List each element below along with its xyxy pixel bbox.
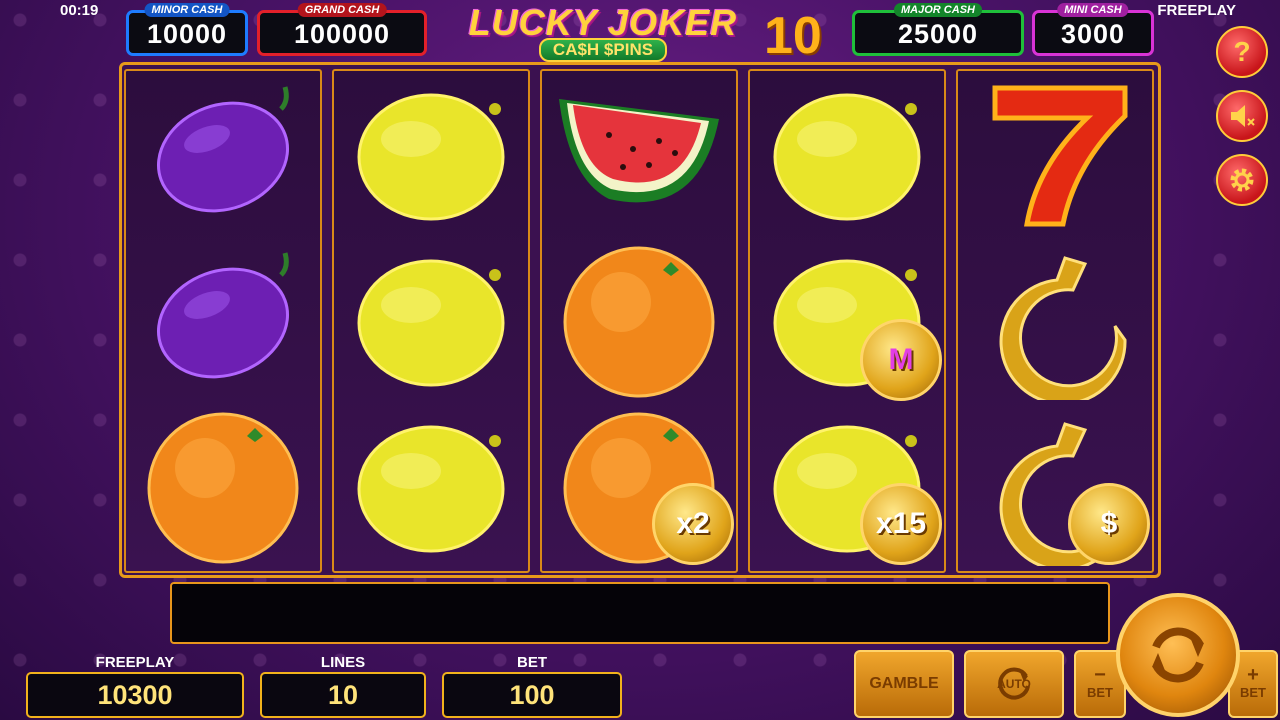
orange-symbol <box>126 403 320 569</box>
reel-5: $ <box>956 69 1154 573</box>
jackpot-minor-amount: 10000 <box>146 19 228 49</box>
freeplay-balance: 10300 <box>26 672 244 718</box>
spin-button[interactable] <box>1116 593 1240 717</box>
settings-button[interactable] <box>1216 154 1268 206</box>
logo-title: LUCKY JOKER <box>468 2 738 43</box>
orange-icon <box>147 412 299 564</box>
jackpot-mini-amount: 3000 <box>1060 19 1126 49</box>
reel-2 <box>332 69 530 573</box>
lemon-symbol <box>334 403 528 569</box>
jackpot-minor-label: MINOR CASH <box>144 3 230 17</box>
dollar-coin: $ <box>1068 483 1150 565</box>
jackpot-grand-label: GRAND CASH <box>297 3 387 17</box>
watermelon-icon <box>559 99 719 203</box>
spin-icon <box>1152 627 1204 683</box>
auto-button[interactable]: AUTO <box>964 650 1064 718</box>
gamble-button[interactable]: GAMBLE <box>854 650 954 718</box>
jackpot-mini-label: MINI CASH <box>1057 3 1129 17</box>
auto-label: AUTO <box>997 677 1031 691</box>
jackpot-grand-amount: 100000 <box>293 19 391 49</box>
plus-icon: + <box>1247 664 1259 686</box>
gear-icon <box>1230 168 1254 192</box>
plum-symbol <box>126 237 320 403</box>
play-mode-label: FREEPLAY <box>1157 2 1236 19</box>
jackpot-minor: MINOR CASH 10000 <box>126 3 248 56</box>
jackpot-major-amount: 25000 <box>897 19 979 49</box>
bet-label: BET <box>517 654 547 671</box>
clock: 00:19 <box>60 2 99 19</box>
freeplay-label: FREEPLAY <box>95 654 175 671</box>
seven-symbol <box>958 71 1152 237</box>
jackpot-major-label: MAJOR CASH <box>894 3 982 17</box>
plum-symbol <box>126 71 320 237</box>
lemon-symbol <box>334 71 528 237</box>
major-coin: M <box>860 319 942 401</box>
orange-symbol <box>542 237 736 403</box>
lemon-icon <box>357 259 505 387</box>
bet-value: 100 <box>442 672 622 718</box>
reel-1 <box>124 69 322 573</box>
jackpot-major: MAJOR CASH 25000 <box>852 3 1024 56</box>
lines-value[interactable]: 10 <box>260 672 426 718</box>
logo-number: 10 <box>764 7 822 65</box>
horseshoe-icon <box>999 256 1127 400</box>
horseshoe-symbol <box>958 237 1152 403</box>
help-button[interactable]: ? <box>1216 26 1268 78</box>
multiplier-coin: x2 <box>652 483 734 565</box>
jackpot-grand: GRAND CASH 100000 <box>257 3 427 56</box>
message-bar <box>170 582 1110 644</box>
sound-muted-icon <box>1231 105 1255 127</box>
logo-subtitle: CA$H $PINS <box>538 38 668 62</box>
reel-area: x2 M x15 $ <box>119 62 1161 578</box>
lemon-symbol <box>750 71 944 237</box>
multiplier-coin: x15 <box>860 483 942 565</box>
bet-decrease-label: BET <box>1087 685 1113 700</box>
sound-button[interactable] <box>1216 90 1268 142</box>
reel-3: x2 <box>540 69 738 573</box>
jackpot-mini: MINI CASH 3000 <box>1032 3 1154 56</box>
game-logo: LUCKY JOKER CA$H $PINS <box>438 4 768 66</box>
lines-label: LINES <box>320 654 366 671</box>
lemon-icon <box>357 93 505 221</box>
lemon-icon <box>357 425 505 553</box>
minus-icon: − <box>1094 664 1106 686</box>
help-icon: ? <box>1233 36 1251 67</box>
watermelon-symbol <box>542 71 736 237</box>
plum-icon <box>156 86 290 213</box>
bet-increase-label: BET <box>1240 685 1266 700</box>
seven-icon <box>992 85 1128 227</box>
orange-icon <box>563 246 715 398</box>
lemon-icon <box>773 93 921 221</box>
reel-4: M x15 <box>748 69 946 573</box>
plum-icon <box>156 252 290 379</box>
lemon-symbol <box>334 237 528 403</box>
